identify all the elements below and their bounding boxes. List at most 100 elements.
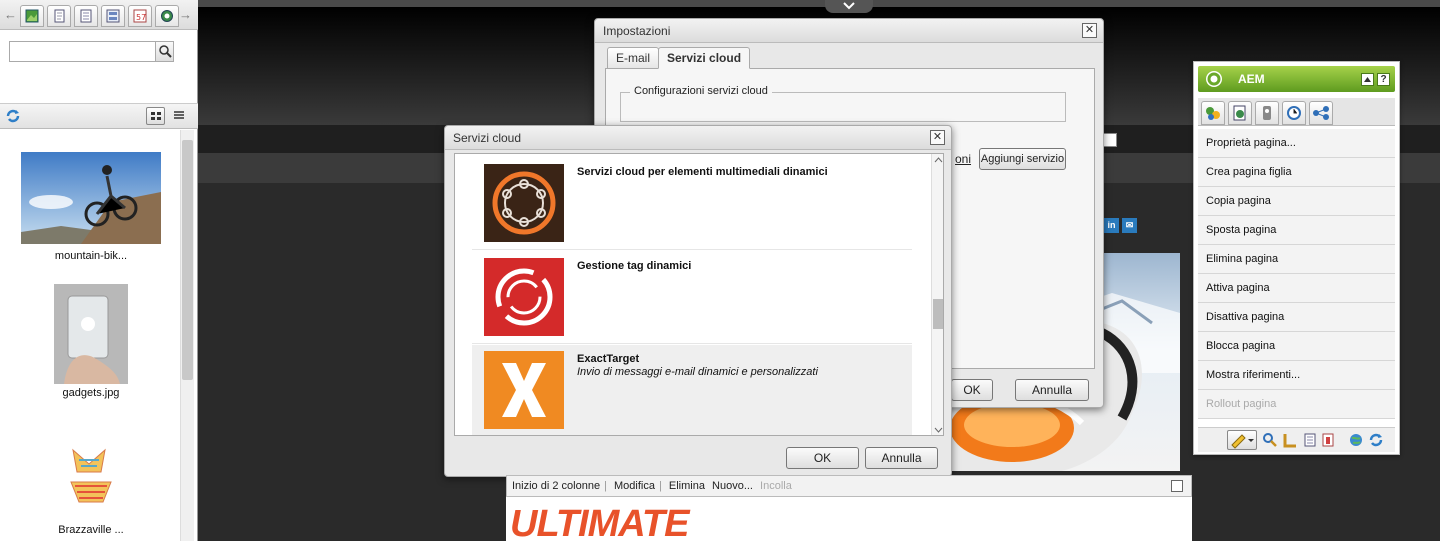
service-list: Servizi cloud per elementi multimediali …: [454, 153, 944, 436]
separator: |: [658, 480, 662, 492]
cancel-button[interactable]: Annulla: [1015, 379, 1089, 401]
search-button[interactable]: [155, 41, 174, 62]
component-editbar: Inizio di 2 colonne | Modifica | Elimina N…: [506, 475, 1192, 497]
caret-up-icon: [1364, 77, 1371, 82]
social-links: in ✉: [1104, 217, 1140, 233]
list-view-icon: [174, 111, 184, 119]
settings-tabs: E-mail Servizi cloud: [605, 45, 1095, 69]
component-checkbox[interactable]: [1103, 133, 1117, 147]
forward-arrow-icon[interactable]: →: [179, 7, 192, 22]
components-icon: [1206, 107, 1220, 120]
sidekick-item-lock[interactable]: Blocca pagina: [1198, 332, 1395, 361]
linkedin-icon[interactable]: in: [1104, 218, 1119, 233]
back-arrow-icon[interactable]: ←: [4, 7, 17, 22]
service-description: Invio di messaggi e-mail dinamici e pers…: [577, 366, 818, 378]
search-input[interactable]: [9, 41, 174, 62]
service-list-scrollbar[interactable]: [931, 154, 943, 435]
top-strip: [198, 0, 1440, 7]
paragraphs-tab[interactable]: [101, 5, 125, 27]
sidekick-item-move[interactable]: Sposta pagina: [1198, 216, 1395, 245]
tab-workflow[interactable]: [1309, 101, 1333, 125]
ok-button[interactable]: OK: [786, 447, 859, 469]
asset-item[interactable]: gadgets.jpg: [20, 284, 162, 399]
collapse-button[interactable]: [1361, 73, 1374, 86]
ok-button[interactable]: OK: [951, 379, 993, 401]
help-icon: ?: [1380, 74, 1387, 85]
edit-button[interactable]: Modifica: [614, 480, 655, 492]
info-icon: [1263, 106, 1271, 120]
exacttarget-icon: [484, 351, 564, 429]
list-view-button[interactable]: [170, 107, 189, 125]
help-button[interactable]: ?: [1377, 73, 1390, 86]
scaffolding-icon[interactable]: [1302, 432, 1318, 448]
tab-info[interactable]: [1255, 101, 1279, 125]
client-context-icon[interactable]: [1320, 432, 1336, 448]
scroll-up-icon[interactable]: [934, 156, 943, 163]
service-item[interactable]: ExactTarget Invio di messaggi e-mail din…: [472, 345, 912, 435]
asset-label: mountain-bik...: [54, 250, 128, 262]
close-button[interactable]: ✕: [1082, 23, 1097, 38]
images-tab[interactable]: [20, 5, 44, 27]
document-icon: [54, 9, 65, 23]
separator: |: [604, 480, 607, 492]
finder-scrollbar[interactable]: [180, 130, 194, 541]
sidekick-item-page-properties[interactable]: Proprietà pagina...: [1198, 129, 1395, 158]
tab-cloud-services[interactable]: Servizi cloud: [658, 47, 751, 69]
page-icon: [1233, 105, 1246, 121]
cancel-button[interactable]: Annulla: [865, 447, 938, 469]
refresh-icon[interactable]: [5, 108, 21, 124]
edit-mode-button[interactable]: [1227, 430, 1257, 450]
tab-components[interactable]: [1201, 101, 1225, 125]
finder-toolbar: [0, 103, 198, 129]
paste-button[interactable]: Incolla: [760, 480, 792, 492]
editbar-checkbox[interactable]: [1171, 480, 1183, 492]
sidekick-item-create-child[interactable]: Crea pagina figlia: [1198, 158, 1395, 187]
asset-label: Brazzaville ...: [58, 524, 124, 536]
service-item[interactable]: Gestione tag dinamici: [472, 252, 912, 344]
sidekick-item-deactivate[interactable]: Disattiva pagina: [1198, 303, 1395, 332]
documents-tab[interactable]: [47, 5, 71, 27]
image-icon: [25, 9, 39, 23]
products-tab[interactable]: [155, 5, 179, 27]
sidekick-item-delete[interactable]: Elimina pagina: [1198, 245, 1395, 274]
sidekick-header[interactable]: AEM ?: [1198, 66, 1395, 92]
sidekick-item-copy[interactable]: Copia pagina: [1198, 187, 1395, 216]
scrollbar-thumb[interactable]: [182, 140, 193, 380]
preview-icon[interactable]: [1262, 432, 1278, 448]
service-name: Servizi cloud per elementi multimediali …: [577, 166, 828, 178]
config-link[interactable]: oni: [955, 152, 971, 166]
scroll-down-icon[interactable]: [934, 427, 943, 434]
scrollbar-thumb[interactable]: [933, 299, 943, 329]
asset-item[interactable]: Brazzaville ...: [20, 430, 162, 536]
clock-icon: [1287, 106, 1301, 120]
asset-thumbnail: [55, 430, 127, 514]
email-icon[interactable]: ✉: [1122, 218, 1137, 233]
delete-button[interactable]: Elimina: [669, 480, 705, 492]
pages-tab[interactable]: [74, 5, 98, 27]
close-button[interactable]: ✕: [930, 130, 945, 145]
sidekick-panel: AEM ? Proprietà pagina... Crea pagina fi…: [1193, 61, 1400, 455]
service-name: Gestione tag dinamici: [577, 260, 692, 272]
design-mode-icon[interactable]: [1282, 432, 1298, 448]
tab-versioning[interactable]: [1282, 101, 1306, 125]
service-item[interactable]: Servizi cloud per elementi multimediali …: [472, 158, 912, 250]
dynamic-media-icon: [484, 164, 564, 242]
paragraph-icon: [106, 9, 120, 23]
flash-tab[interactable]: 57: [128, 5, 152, 27]
sidekick-item-activate[interactable]: Attiva pagina: [1198, 274, 1395, 303]
sidekick-item-references[interactable]: Mostra riferimenti...: [1198, 361, 1395, 390]
asset-item[interactable]: mountain-bik...: [20, 152, 162, 262]
add-service-button[interactable]: Aggiungi servizio: [979, 148, 1066, 170]
pencil-icon: [1231, 434, 1254, 449]
tab-page[interactable]: [1228, 101, 1252, 125]
cloud-services-dialog: Servizi cloud ✕ Servizi cloud per elemen…: [444, 125, 952, 477]
sidekick-title: AEM: [1238, 72, 1265, 86]
new-button[interactable]: Nuovo...: [712, 480, 753, 492]
refresh-icon[interactable]: [1368, 432, 1384, 448]
website-admin-icon[interactable]: [1348, 432, 1364, 448]
collapse-toggle[interactable]: [825, 0, 873, 13]
chevron-down-icon: [843, 2, 855, 10]
tab-email[interactable]: E-mail: [607, 47, 660, 69]
grid-view-button[interactable]: [146, 107, 165, 125]
sidekick-item-rollout: Rollout pagina: [1198, 390, 1395, 419]
